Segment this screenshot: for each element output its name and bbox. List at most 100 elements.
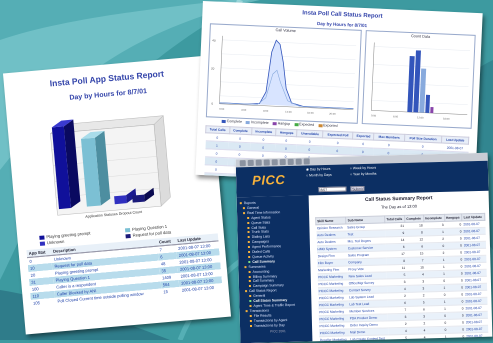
filter-day-by-hours[interactable]: ◉ Day by Hours [306,167,331,172]
legend-swatch [294,123,298,126]
bullet-icon [248,246,250,248]
sidebar-item[interactable]: Agent Status [247,215,271,220]
svg-text:20: 20 [211,66,215,70]
sidebar-item-label: General [247,206,259,210]
table-cell: Reseller Marketing [319,336,350,343]
submit-button[interactable]: Submit [350,186,364,191]
sidebar-item[interactable]: Transactions [246,308,269,313]
svg-text:8:00: 8:00 [263,109,269,113]
sidebar-item[interactable]: Real Time Information [243,210,280,215]
sidebar-item-label: Campaigns [252,240,269,244]
sidebar-item-label: Agent Status [251,215,271,220]
svg-text:0:00: 0:00 [371,113,377,117]
sidebar-item[interactable]: General [249,294,265,298]
bullet-icon [244,266,246,268]
sidebar-item-label: Accounting [253,269,270,273]
bullet-icon [248,261,250,263]
legend-label: Exported [323,123,338,128]
sidebar-item-label: General [253,294,265,298]
history-icon[interactable] [296,159,302,165]
sidebar-item[interactable]: File Results [250,313,272,318]
home-icon[interactable] [272,159,278,165]
sidebar-item[interactable]: Transactions by Day [250,323,285,328]
sidebar-item-label: Call Summary [252,259,275,264]
sidebar-item-label: Call Summary [253,279,274,284]
sidebar-item[interactable]: Campaign Summary [249,283,284,288]
print-icon[interactable] [304,158,310,164]
sidebar-item-label: Transactions [250,308,269,313]
sidebar-item[interactable]: Call Summary [248,259,275,264]
svg-text:20:00: 20:00 [329,112,336,116]
legend-swatch [318,124,322,127]
bullet-icon [250,324,252,326]
summary-main-panel: Call Status Summary Report The Day as of… [311,191,491,342]
filter-month-by-days[interactable]: ○ Month by Days [306,173,332,178]
bullet-icon [250,320,252,322]
sidebar-item[interactable]: Reports [240,201,256,205]
table-cell: Lab Create Content Test [349,335,388,343]
forward-icon[interactable] [248,160,254,166]
legend-swatch [273,122,277,125]
count-data-chart: Count Data 0:006:0012:0018:00 [362,30,476,129]
bullet-icon [248,236,250,238]
svg-text:16:00: 16:00 [307,111,314,115]
call-volume-graphic: 40200 0:004:008:00 12:0016:0020:00 [207,29,361,119]
filter-week-by-hours[interactable]: ○ Week by Hours [350,166,376,171]
sidebar-item[interactable]: Accounting [249,269,270,274]
sidebar-item[interactable]: Queue Stats [247,220,270,225]
bullet-icon [246,310,248,312]
legend-label: Complete [227,119,243,124]
sidebar-item-label: Call Stats [251,225,266,229]
bullet-icon [249,285,251,287]
sidebar-item[interactable]: Dialed Calls [248,249,270,254]
refresh-icon[interactable] [264,159,270,165]
bullet-icon [243,207,245,209]
favorites-icon[interactable] [288,159,294,165]
sidebar-item[interactable]: Agent Time & Traffic Report [249,303,295,308]
call-volume-chart: Call Volume 40200 0:004:008:00 12:0016:0… [206,23,362,124]
back-icon[interactable] [240,160,246,166]
dropout-bar-chart: Application Statuses Dropout Count [45,110,173,218]
picc-logo: PICC [252,172,285,188]
svg-text:0: 0 [211,101,213,105]
svg-text:18:00: 18:00 [443,117,450,121]
bullet-icon [240,202,242,204]
sidebar-item[interactable]: Call Status Report [245,288,277,293]
bullet-icon [249,271,251,273]
stop-icon[interactable] [256,160,262,166]
legend-label: Incomplete [251,120,269,125]
sidebar-item[interactable]: Trunk Stats [248,230,269,235]
bullet-icon [249,300,251,302]
legend-label: Expected [299,122,314,127]
sidebar-item-label: Billing Summary [253,274,278,279]
sidebar-item[interactable]: Agent Performance [248,244,281,249]
sidebar-item[interactable]: Queue Activity [248,254,274,259]
call-status-summary-table: Skill NameSub NameTotal CallsCompleteInc… [315,213,488,343]
table-cell: 5 [388,334,408,342]
sidebar-item[interactable]: Dialing Lists [248,235,270,240]
sidebar-item[interactable]: General [243,206,259,210]
bullet-icon [243,212,245,214]
legend-label: Hangup [278,121,291,126]
sidebar-item-label: Reports [244,201,256,205]
sidebar-item[interactable]: Call Summary [249,279,274,284]
sidebar-item[interactable]: Call Stats [247,225,266,229]
date-input[interactable]: 8/07 [318,186,346,192]
filter-year-by-months[interactable]: ○ Year by Months [350,172,376,177]
bullet-icon [249,280,251,282]
sidebar-item[interactable]: Summaries [244,264,265,269]
bullet-icon [247,226,249,228]
bullet-icon [247,222,249,224]
svg-text:40: 40 [212,38,216,42]
bullet-icon [249,295,251,297]
legend-item: Playing greeting prompt [39,230,90,239]
bullet-icon [247,217,249,219]
legend-swatch [222,119,226,122]
sidebar-item-label: Agent Time & Traffic Report [253,303,295,308]
bullet-icon [245,290,247,292]
legend-swatch [246,121,250,124]
bullet-icon [248,231,250,233]
table-cell: 4 [408,334,427,341]
sidebar-item[interactable]: Campaigns [248,240,269,245]
search-icon[interactable] [280,159,286,165]
